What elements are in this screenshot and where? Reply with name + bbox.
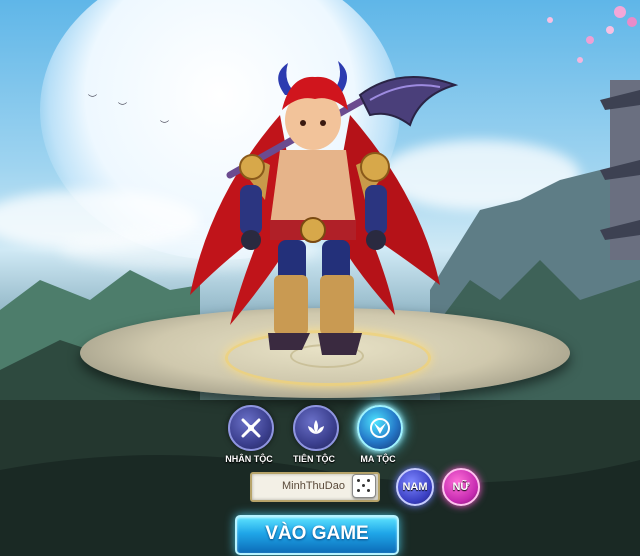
- race-label: NHÂN TỘC: [225, 454, 273, 464]
- lotus-icon: [308, 420, 324, 434]
- gender-male-button[interactable]: NAM: [396, 468, 434, 506]
- race-label: TIÊN TỘC: [293, 454, 335, 464]
- cherry-blossom-branch: [547, 6, 637, 63]
- race-button-nhan-toc[interactable]: [228, 405, 274, 451]
- swords-icon: [241, 418, 261, 438]
- character-name-input[interactable]: [282, 476, 348, 496]
- bird: ︶: [118, 103, 128, 113]
- dice-icon: [367, 489, 370, 492]
- race-button-ma-toc[interactable]: [357, 405, 403, 451]
- dice-icon: [357, 479, 360, 482]
- demon-emblem-icon: [370, 418, 390, 438]
- hero-character: [190, 61, 459, 355]
- dice-icon: [367, 479, 370, 482]
- character-creation-screen: ︶ ︶ ︶ NHÂN TỘC TIÊN TỘC MA TỘC MinhThuDa…: [0, 0, 640, 556]
- dice-icon: [362, 484, 365, 487]
- gender-female-button[interactable]: NỮ: [442, 468, 480, 506]
- enter-game-button[interactable]: VÀO GAME: [235, 515, 399, 555]
- random-name-button[interactable]: [352, 474, 376, 498]
- race-label: MA TỘC: [360, 454, 396, 464]
- bird: ︶: [160, 121, 170, 131]
- race-button-tien-toc[interactable]: [293, 405, 339, 451]
- dice-icon: [357, 489, 360, 492]
- bird: ︶: [88, 95, 98, 105]
- pagoda-tower: [600, 80, 640, 260]
